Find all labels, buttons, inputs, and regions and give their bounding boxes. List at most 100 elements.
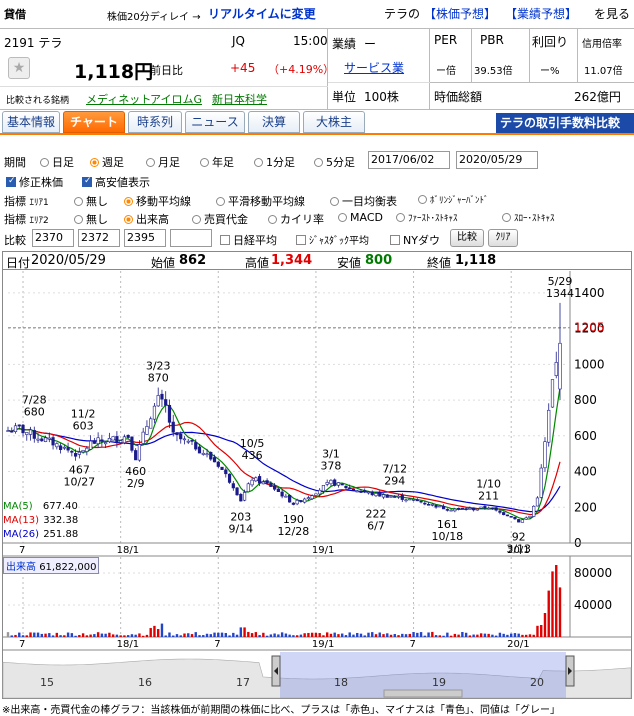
- candle-body: [370, 491, 374, 496]
- candle-body: [336, 482, 341, 486]
- candle-body: [539, 467, 543, 498]
- volume-bar: [63, 635, 66, 637]
- candle-body: [246, 483, 250, 492]
- footer-note: ※出来高・売買代金の棒グラフ：当該株価が前期間の株価に比べ、プラスは「赤色」、マ…: [2, 705, 560, 716]
- candle-body: [299, 500, 303, 502]
- candle-body: [445, 509, 449, 511]
- candle-body: [288, 494, 292, 503]
- volume-bar: [288, 634, 291, 637]
- candle-body: [333, 479, 337, 486]
- volume-bar: [464, 632, 468, 637]
- volume-bar: [269, 634, 273, 637]
- candle-body: [239, 493, 243, 502]
- y-tick-label: 1000: [574, 357, 605, 371]
- candle-body: [167, 404, 172, 423]
- candle-body: [490, 507, 495, 510]
- x-tick-label: 7: [19, 545, 25, 556]
- candle-body: [66, 447, 70, 451]
- candle-body: [340, 483, 344, 486]
- volume-bar: [543, 613, 547, 637]
- volume-bar: [213, 632, 216, 637]
- candle-body: [400, 494, 404, 500]
- candle-body: [220, 466, 224, 470]
- x-tick-label: 7: [410, 639, 416, 650]
- candle-body: [460, 507, 464, 510]
- candle-body: [404, 499, 408, 502]
- x-tick-label: 18/1: [117, 639, 139, 650]
- volume-bar: [472, 634, 475, 637]
- volume-bar: [153, 625, 156, 637]
- volume-bar: [66, 632, 70, 637]
- volume-bar: [21, 635, 25, 637]
- volume-bar: [389, 634, 393, 637]
- y-tick-label: 400: [574, 465, 597, 479]
- volume-bar: [494, 635, 498, 637]
- candle-body: [295, 500, 299, 505]
- candle-body: [179, 433, 183, 440]
- volume-bar: [138, 633, 141, 637]
- candle-body: [483, 506, 487, 509]
- volume-bar: [341, 633, 344, 637]
- volume-bar: [303, 633, 306, 637]
- volume-bar: [378, 632, 381, 637]
- volume-bar: [322, 635, 325, 637]
- candle-body: [212, 457, 217, 463]
- volume-bar: [119, 635, 122, 637]
- x-tick-label: 7: [214, 639, 220, 650]
- minimap-year-label: 20: [530, 676, 544, 689]
- volume-bar: [55, 632, 59, 637]
- candle-body: [498, 510, 502, 513]
- candle-body: [122, 436, 127, 444]
- volume-bar: [168, 632, 171, 637]
- volume-bar: [374, 634, 378, 637]
- volume-bar: [487, 633, 490, 637]
- ma13-legend: MA(13) 332.38: [3, 515, 79, 526]
- candle-body: [363, 490, 367, 493]
- volume-bar: [333, 632, 336, 637]
- candle-body: [528, 515, 532, 518]
- volume-bar: [540, 625, 543, 637]
- candle-body: [261, 481, 265, 485]
- volume-bar: [115, 634, 119, 637]
- peak-annotation: 9/14: [228, 523, 253, 536]
- volume-bar: [329, 633, 333, 637]
- volume-bar: [423, 635, 427, 637]
- candle-body: [73, 453, 78, 457]
- volume-bar: [280, 632, 284, 637]
- candle-body: [434, 504, 438, 508]
- peak-annotation: 603: [73, 419, 94, 432]
- candle-body: [487, 507, 491, 510]
- candle-body: [408, 498, 412, 501]
- volume-bar: [277, 634, 280, 637]
- candle-body: [543, 441, 547, 469]
- candle-body: [430, 503, 434, 506]
- candle-body: [119, 440, 123, 443]
- minimap-year-label: 17: [236, 676, 250, 689]
- volume-bar: [228, 635, 231, 637]
- y-tick-label: 800: [574, 393, 597, 407]
- volume-bar: [239, 627, 243, 637]
- candle-body: [70, 450, 74, 453]
- volume-bar: [416, 632, 419, 637]
- candle-body: [393, 496, 397, 498]
- candle-body: [558, 342, 562, 390]
- volume-bar: [130, 634, 134, 637]
- candle-body: [32, 430, 36, 439]
- candle-body: [321, 485, 326, 492]
- volume-bar: [48, 633, 51, 637]
- volume-bar: [468, 635, 472, 637]
- candle-body: [284, 495, 288, 498]
- candle-body: [303, 498, 307, 503]
- candle-body: [547, 409, 551, 443]
- candle-body: [550, 379, 555, 408]
- volume-bar: [532, 634, 535, 637]
- candle-body: [201, 452, 205, 455]
- volume-bar: [89, 634, 92, 637]
- candle-body: [171, 421, 175, 433]
- volume-bar: [14, 634, 17, 637]
- candle-body: [257, 476, 262, 484]
- volume-bar: [498, 632, 502, 637]
- volume-bar: [419, 632, 423, 637]
- volume-bar: [190, 634, 194, 637]
- volume-bar: [352, 634, 355, 637]
